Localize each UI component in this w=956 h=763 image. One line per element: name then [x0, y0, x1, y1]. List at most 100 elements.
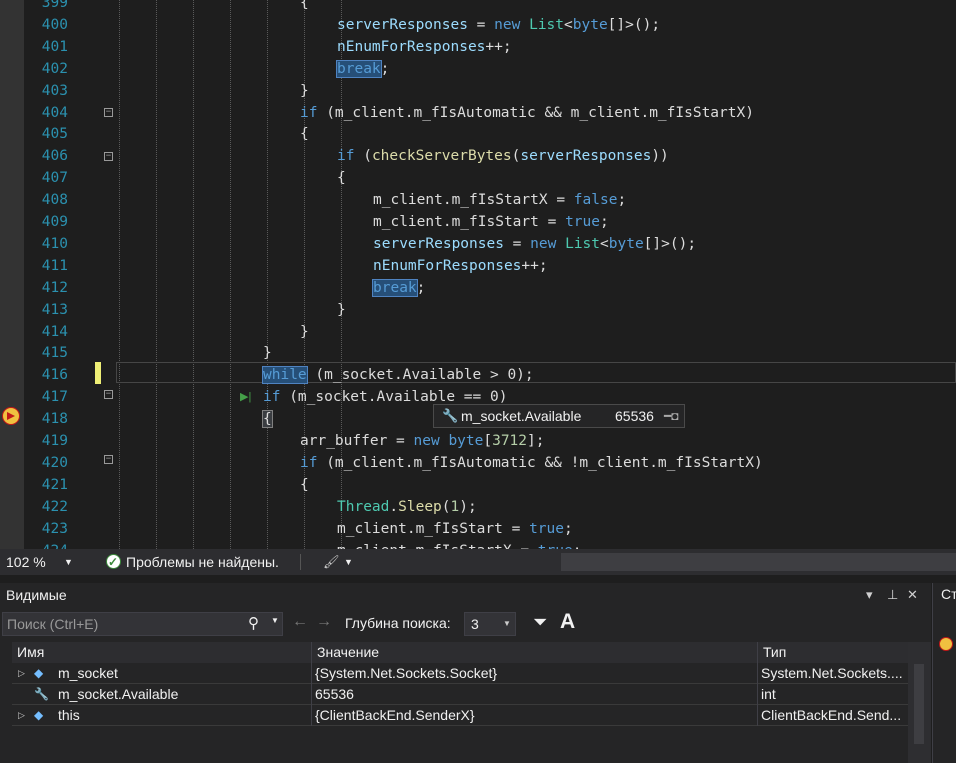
code-editor[interactable]: 399{400 serverResponses = new List<byte[]… [0, 0, 956, 549]
code-line[interactable]: 412 break; [0, 277, 956, 299]
current-statement-arrow-icon[interactable] [2, 407, 20, 425]
code-line[interactable]: 414} [0, 321, 956, 343]
line-number: 402 [41, 60, 68, 77]
code-token: nEnumForResponses [373, 257, 522, 274]
pin-icon[interactable]: ━◘ [664, 405, 678, 427]
locals-row[interactable]: 🔧 m_socket.Available 65536 int [12, 684, 908, 705]
vertical-scrollbar[interactable] [908, 642, 931, 763]
column-header-value[interactable]: Значение [317, 642, 379, 663]
chevron-down-icon: ▼ [64, 557, 73, 567]
code-line[interactable]: 423 m_client.m_fIsStart = true; [0, 518, 956, 540]
search-input[interactable] [7, 614, 237, 634]
filter-icon[interactable]: ⏷ [533, 612, 547, 633]
search-depth-dropdown[interactable]: 3 ▼ [464, 612, 516, 636]
code-token: } [337, 301, 346, 318]
code-line[interactable]: 408 m_client.m_fIsStartX = false; [0, 189, 956, 211]
code-line[interactable]: 401 nEnumForResponses++; [0, 36, 956, 58]
code-line[interactable]: 399 { [0, 0, 956, 14]
horizontal-scrollbar[interactable] [561, 553, 956, 571]
value-cell[interactable]: 65536 [312, 684, 758, 705]
locals-window: Видимые ▾ ⊥ ✕ ⚲ ▼ ← → Глубина поиска: 3 … [0, 583, 931, 763]
editor-status-bar: 102 % ▼ Проблемы не найдены. 🖌 ▼ [0, 549, 956, 575]
code-token: ; [416, 279, 426, 296]
code-line[interactable]: 409 m_client.m_fIsStart = true; [0, 211, 956, 233]
back-arrow-icon[interactable]: ← [292, 613, 308, 631]
close-icon[interactable]: ✕ [907, 583, 918, 607]
code-token: } [263, 345, 272, 362]
datatip-value[interactable]: 65536 [615, 405, 654, 427]
search-box[interactable]: ⚲ ▼ [2, 612, 283, 636]
name-cell: 🔧 m_socket.Available [12, 684, 312, 705]
search-depth-label: Глубина поиска: [345, 615, 451, 631]
code-token: { [300, 0, 309, 11]
code-text: if (checkServerBytes(serverResponses)) [337, 145, 669, 167]
line-number: 416 [41, 367, 68, 384]
call-stack-pane[interactable]: Ст [932, 583, 956, 763]
run-to-click-icon[interactable]: ▶| [240, 390, 251, 403]
line-number: 419 [41, 433, 68, 449]
type-cell: System.Net.Sockets.... [758, 663, 908, 684]
code-line[interactable]: 407 { [0, 167, 956, 189]
font-icon[interactable]: A [560, 610, 575, 634]
code-token: (m_client.m_fIsAutomatic && m_client.m_f… [317, 104, 754, 121]
code-line[interactable]: 421 { [0, 474, 956, 496]
collapse-toggle-icon[interactable]: − [104, 108, 113, 117]
search-icon[interactable]: ⚲ [248, 614, 259, 632]
code-token: if [337, 148, 355, 165]
value-cell[interactable]: {System.Net.Sockets.Socket} [312, 663, 758, 684]
code-line[interactable]: 402 break; [0, 58, 956, 80]
code-line[interactable]: 413} [0, 299, 956, 321]
issues-status[interactable]: Проблемы не найдены. [126, 549, 279, 575]
code-line[interactable]: 405 { [0, 123, 956, 145]
zoom-dropdown[interactable]: 102 % ▼ [0, 551, 76, 573]
locals-row[interactable]: ▷ ◆ this {ClientBackEnd.SenderX} ClientBackE… [12, 705, 908, 726]
code-line[interactable]: 424 m_client.m_fIsStartX = true; [0, 540, 956, 550]
code-token: serverResponses [373, 235, 504, 252]
code-text: if (m_client.m_fIsAutomatic && m_client.… [300, 102, 754, 124]
code-text: { [300, 474, 309, 496]
column-header-name[interactable]: Имя [17, 642, 44, 663]
code-line[interactable]: 419 arr_buffer = new byte[3712]; [0, 430, 956, 452]
line-number: 408 [41, 192, 68, 209]
code-line[interactable]: 420 if (m_client.m_fIsAutomatic && !m_cli… [0, 452, 956, 474]
code-line[interactable]: 422 Thread.Sleep(1); [0, 496, 956, 518]
code-cleanup-icon[interactable]: 🖌 [323, 549, 340, 575]
chevron-down-icon[interactable]: ▼ [271, 616, 279, 625]
pin-icon[interactable]: ⊥ [887, 583, 898, 607]
name-cell: ▷ ◆ this [12, 705, 312, 726]
expand-arrow-icon[interactable]: ▷ [18, 663, 25, 684]
change-marker [95, 362, 101, 384]
code-line[interactable]: 415} [0, 342, 956, 364]
code-line[interactable]: 403} [0, 80, 956, 102]
code-token: ); [459, 498, 477, 515]
code-text: nEnumForResponses++; [337, 36, 512, 58]
expand-arrow-icon[interactable]: ▷ [18, 705, 25, 726]
code-line[interactable]: 400 serverResponses = new List<byte[]>(); [0, 14, 956, 36]
chevron-down-icon[interactable]: ▼ [344, 549, 353, 575]
collapse-toggle-icon[interactable]: − [104, 390, 113, 399]
window-menu-icon[interactable]: ▾ [866, 583, 873, 607]
collapse-toggle-icon[interactable]: − [104, 152, 113, 161]
locals-row[interactable]: ▷ ◆ m_socket {System.Net.Sockets.Socket} Sys… [12, 663, 908, 684]
forward-arrow-icon[interactable]: → [316, 613, 332, 631]
datatip[interactable]: 🔧 m_socket.Available 65536 ━◘ [433, 404, 685, 428]
code-token: checkServerBytes [371, 148, 512, 165]
code-line[interactable]: 406 if (checkServerBytes(serverResponses)… [0, 145, 956, 167]
scrollbar-thumb[interactable] [914, 664, 924, 744]
code-text: } [300, 321, 309, 343]
column-header-type[interactable]: Тип [763, 642, 786, 663]
wrench-icon: 🔧 [442, 408, 459, 423]
code-token: = [467, 16, 495, 33]
variable-name: m_socket [58, 665, 118, 681]
collapse-toggle-icon[interactable]: − [104, 455, 113, 464]
code-line[interactable]: 411 nEnumForResponses++; [0, 255, 956, 277]
variable-value: {ClientBackEnd.SenderX} [315, 707, 475, 723]
code-line[interactable]: 404 if (m_client.m_fIsAutomatic && m_clie… [0, 102, 956, 124]
line-number: 418 [41, 411, 68, 428]
code-line[interactable]: 416 while (m_socket.Available > 0); [0, 364, 956, 386]
value-cell[interactable]: {ClientBackEnd.SenderX} [312, 705, 758, 726]
line-number: 422 [41, 498, 68, 515]
code-token: ( [354, 148, 372, 165]
code-line[interactable]: 410 serverResponses = new List<byte[]>(); [0, 233, 956, 255]
